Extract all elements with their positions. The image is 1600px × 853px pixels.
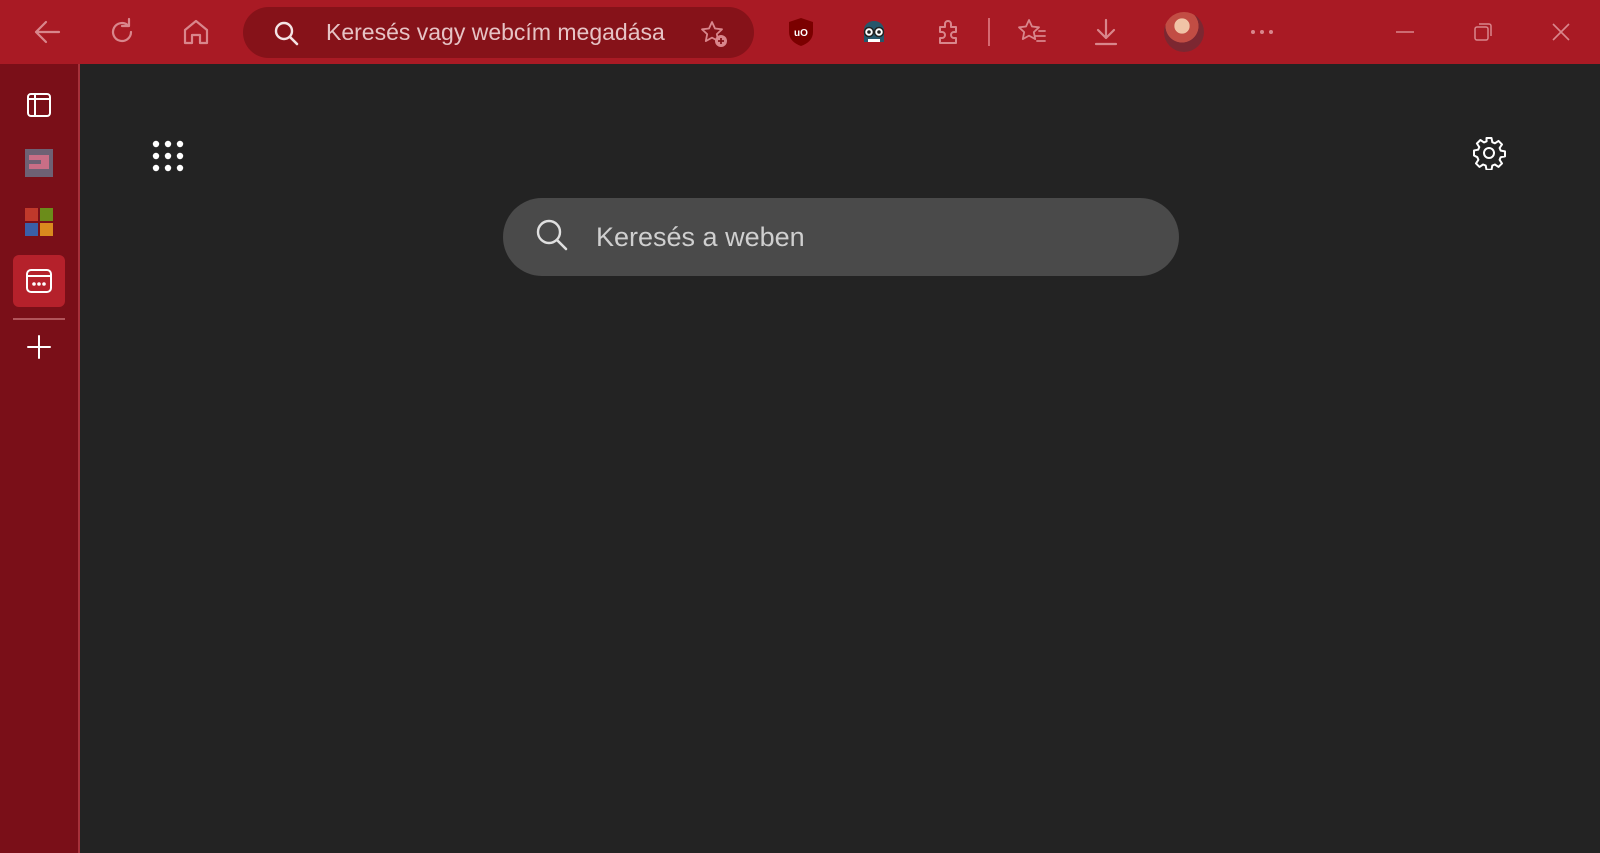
add-button[interactable]	[13, 321, 65, 373]
ublock-icon: uO	[789, 18, 813, 46]
search-icon	[536, 219, 568, 251]
office-icon	[25, 208, 53, 236]
ublock-button[interactable]: uO	[779, 10, 823, 54]
favorite-add-icon[interactable]	[698, 18, 730, 50]
search-icon	[274, 21, 299, 46]
refresh-button[interactable]	[100, 10, 144, 54]
close-button[interactable]	[1539, 10, 1583, 54]
favorites-button[interactable]	[1010, 10, 1054, 54]
close-icon	[1552, 23, 1570, 41]
vertical-tabs-icon	[27, 93, 51, 117]
page-settings-button[interactable]	[1472, 136, 1506, 175]
office-button[interactable]	[13, 196, 65, 248]
home-button[interactable]	[174, 10, 218, 54]
collections-button[interactable]	[13, 255, 65, 307]
back-arrow-icon	[34, 20, 61, 44]
extension-glasses-button[interactable]	[852, 10, 896, 54]
back-button[interactable]	[25, 10, 69, 54]
refresh-icon	[111, 17, 133, 43]
extensions-button[interactable]	[927, 10, 971, 54]
app-launcher-button[interactable]	[152, 140, 184, 177]
minimize-icon	[1396, 31, 1414, 33]
browser-toolbar: Keresés vagy webcím megadása uO	[0, 0, 1600, 64]
extension-glasses-icon	[863, 21, 885, 42]
toolbar-separator	[988, 18, 990, 46]
profile-avatar[interactable]	[1164, 12, 1204, 52]
web-search-placeholder: Keresés a weben	[596, 222, 805, 252]
workspace-button[interactable]	[13, 137, 65, 189]
gear-icon	[1473, 137, 1506, 171]
extensions-icon	[939, 20, 957, 44]
workspace-icon	[25, 149, 53, 177]
minimize-button[interactable]	[1383, 10, 1427, 54]
address-placeholder: Keresés vagy webcím megadása	[326, 19, 665, 45]
more-icon	[1251, 30, 1273, 34]
home-icon	[183, 19, 209, 45]
add-icon	[27, 335, 51, 359]
restore-icon	[1474, 23, 1492, 41]
address-bar[interactable]: Keresés vagy webcím megadása	[243, 7, 754, 58]
vertical-tabs-button[interactable]	[13, 79, 65, 131]
downloads-button[interactable]	[1084, 10, 1128, 54]
svg-text:uO: uO	[794, 28, 808, 39]
web-search-box[interactable]: Keresés a weben	[503, 198, 1179, 276]
restore-button[interactable]	[1461, 10, 1505, 54]
new-tab-page: Keresés a weben	[82, 64, 1600, 853]
favorites-icon	[1018, 19, 1046, 42]
app-launcher-icon	[152, 140, 184, 172]
more-button[interactable]	[1240, 10, 1284, 54]
sidebar-divider	[13, 318, 65, 320]
downloads-icon	[1094, 18, 1118, 46]
sidebar	[0, 64, 80, 853]
collections-icon	[26, 269, 52, 293]
